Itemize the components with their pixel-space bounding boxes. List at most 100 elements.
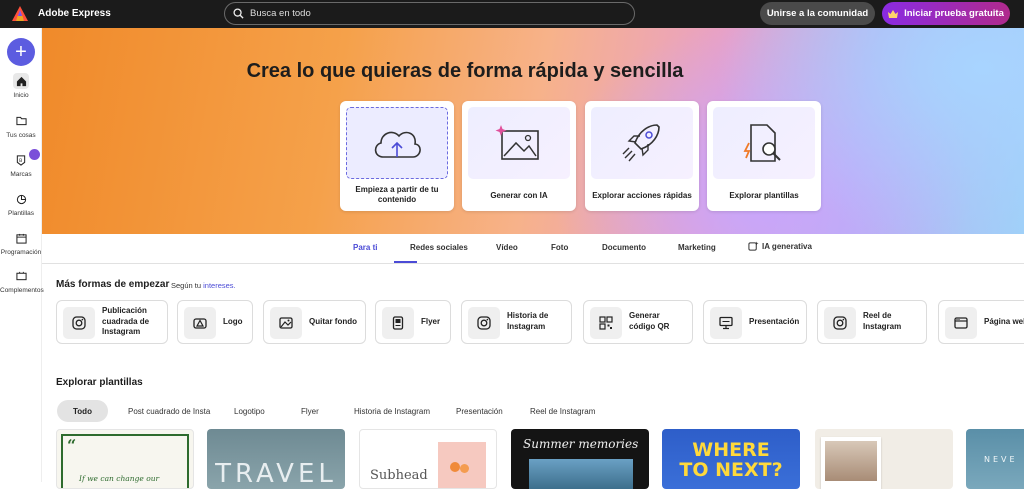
quick-action-label: Publicación cuadrada de Instagram xyxy=(102,305,150,337)
rocket-icon xyxy=(591,107,693,179)
template-thumbnail[interactable]: WHERE TO NEXT? xyxy=(662,429,800,489)
sidebar-item-label: Tus cosas xyxy=(6,132,36,139)
qr-code-icon xyxy=(590,307,622,339)
adobe-express-logo-icon[interactable] xyxy=(12,6,28,21)
hero-card-upload[interactable]: Empieza a partir de tu contenido xyxy=(340,101,454,211)
chip-insta-square-post[interactable]: Post cuadrado de Insta xyxy=(128,400,210,422)
template-thumbnail[interactable] xyxy=(815,429,953,489)
templates-icon xyxy=(13,191,29,207)
quick-action-presentation[interactable]: Presentación xyxy=(703,300,807,344)
sidebar-item-addons[interactable]: Complementos xyxy=(0,268,44,294)
search-icon xyxy=(233,8,244,19)
search-placeholder: Busca en todo xyxy=(250,8,311,19)
sidebar: + Inicio Tus cosas B Marcas Plantillas P… xyxy=(0,28,44,482)
interests-link[interactable]: intereses. xyxy=(203,281,236,290)
search-file-icon xyxy=(713,107,815,179)
more-ways-subtitle: Según tu intereses. xyxy=(171,281,236,290)
instagram-icon xyxy=(824,307,856,339)
quick-action-instagram-story[interactable]: Historia de Instagram xyxy=(461,300,572,344)
tab-generative-ai[interactable]: IA generativa xyxy=(748,241,812,252)
explore-templates-title: Explorar plantillas xyxy=(56,377,143,388)
start-trial-button[interactable]: Iniciar prueba gratuita xyxy=(882,2,1010,25)
template-thumbnail[interactable]: Summer memories xyxy=(511,429,649,489)
logo-icon xyxy=(184,307,216,339)
ai-sparkle-icon xyxy=(748,241,759,251)
tab-document[interactable]: Documento xyxy=(602,243,646,252)
more-ways-prefix: Según tu xyxy=(171,281,204,290)
tab-generative-ai-label: IA generativa xyxy=(762,242,812,251)
template-text: Summer memories xyxy=(523,437,639,451)
quick-action-remove-background[interactable]: Quitar fondo xyxy=(263,300,366,344)
start-trial-label: Iniciar prueba gratuita xyxy=(904,8,1004,19)
template-thumbnail[interactable]: NEVE xyxy=(966,429,1024,489)
chip-presentation[interactable]: Presentación xyxy=(456,400,503,422)
tab-photo[interactable]: Foto xyxy=(551,243,568,252)
chip-flyer[interactable]: Flyer xyxy=(301,400,319,422)
quick-action-flyer[interactable]: Flyer xyxy=(375,300,451,344)
home-icon xyxy=(13,73,29,89)
hero-card-generate-ai[interactable]: Generar con IA xyxy=(462,101,576,211)
tab-for-you[interactable]: Para ti xyxy=(353,243,377,252)
sidebar-item-label: Marcas xyxy=(10,171,32,178)
sidebar-item-scheduling[interactable]: Programación xyxy=(0,230,42,256)
cloud-upload-icon xyxy=(346,107,448,179)
crown-icon xyxy=(888,9,899,18)
template-text: WHERE TO NEXT? xyxy=(679,439,783,481)
quick-action-instagram-reel[interactable]: Reel de Instagram xyxy=(817,300,927,344)
quick-action-label: Reel de Instagram xyxy=(863,311,902,331)
template-photo xyxy=(825,441,877,481)
create-new-button[interactable]: + xyxy=(7,38,35,66)
quick-action-webpage[interactable]: Página web xyxy=(938,300,1024,344)
sidebar-item-templates[interactable]: Plantillas xyxy=(0,191,42,217)
quick-action-label: Flyer xyxy=(421,316,441,326)
chip-instagram-story[interactable]: Historia de Instagram xyxy=(354,400,430,422)
sidebar-item-label: Programación xyxy=(0,249,42,256)
hero-card-templates[interactable]: Explorar plantillas xyxy=(707,101,821,211)
template-text: NEVE xyxy=(984,455,1018,464)
tab-video[interactable]: Vídeo xyxy=(496,243,518,252)
top-bar: Adobe Express Busca en todo Unirse a la … xyxy=(0,0,1024,28)
premium-badge-icon xyxy=(29,149,40,160)
quick-action-qr-code[interactable]: Generar código QR xyxy=(583,300,693,344)
calendar-icon xyxy=(13,230,29,246)
template-thumbnail[interactable]: TRAVEL xyxy=(207,429,345,489)
quick-action-label: Historia de Instagram xyxy=(507,311,549,331)
hero-card-label: Explorar acciones rápidas xyxy=(592,191,692,200)
template-thumbnail[interactable]: “ If we can change our xyxy=(56,429,194,489)
sidebar-item-your-stuff[interactable]: Tus cosas xyxy=(0,113,42,139)
quick-action-label: Presentación xyxy=(749,316,800,326)
chip-logo[interactable]: Logotipo xyxy=(234,400,265,422)
webpage-icon xyxy=(945,307,977,339)
template-peach xyxy=(460,464,469,473)
chip-all[interactable]: Todo xyxy=(57,400,108,422)
tab-marketing[interactable]: Marketing xyxy=(678,243,716,252)
remove-background-icon xyxy=(270,307,302,339)
search-input[interactable]: Busca en todo xyxy=(224,2,635,25)
quick-action-instagram-square[interactable]: Publicación cuadrada de Instagram xyxy=(56,300,168,344)
template-text: Subhead xyxy=(370,468,428,483)
chip-instagram-reel[interactable]: Reel de Instagram xyxy=(530,400,595,422)
sidebar-item-label: Plantillas xyxy=(7,210,34,217)
instagram-icon xyxy=(63,307,95,339)
sidebar-item-home[interactable]: Inicio xyxy=(0,73,42,99)
category-tabs: Para ti Redes sociales Vídeo Foto Docume… xyxy=(42,234,1024,264)
template-photo xyxy=(529,459,633,489)
hero-banner: Crea lo que quieras de forma rápida y se… xyxy=(42,28,1024,234)
hero-card-quick-actions[interactable]: Explorar acciones rápidas xyxy=(585,101,699,211)
template-thumbnail[interactable]: Subhead xyxy=(359,429,497,489)
tab-social[interactable]: Redes sociales xyxy=(410,243,468,252)
quick-action-logo[interactable]: Logo xyxy=(177,300,253,344)
svg-text:B: B xyxy=(19,157,22,163)
sparkle-image-icon xyxy=(468,107,570,179)
quick-action-label: Generar código QR xyxy=(629,311,670,331)
sidebar-item-label: Inicio xyxy=(13,92,29,99)
template-peach xyxy=(450,462,460,472)
join-community-button[interactable]: Unirse a la comunidad xyxy=(760,2,875,25)
presentation-icon xyxy=(710,307,742,339)
quick-action-label: Quitar fondo xyxy=(309,316,357,326)
brand-icon: B xyxy=(13,152,29,168)
quick-action-label: Logo xyxy=(223,316,243,326)
quote-mark-icon: “ xyxy=(67,436,77,455)
instagram-icon xyxy=(468,307,500,339)
sidebar-item-label: Complementos xyxy=(0,287,44,294)
